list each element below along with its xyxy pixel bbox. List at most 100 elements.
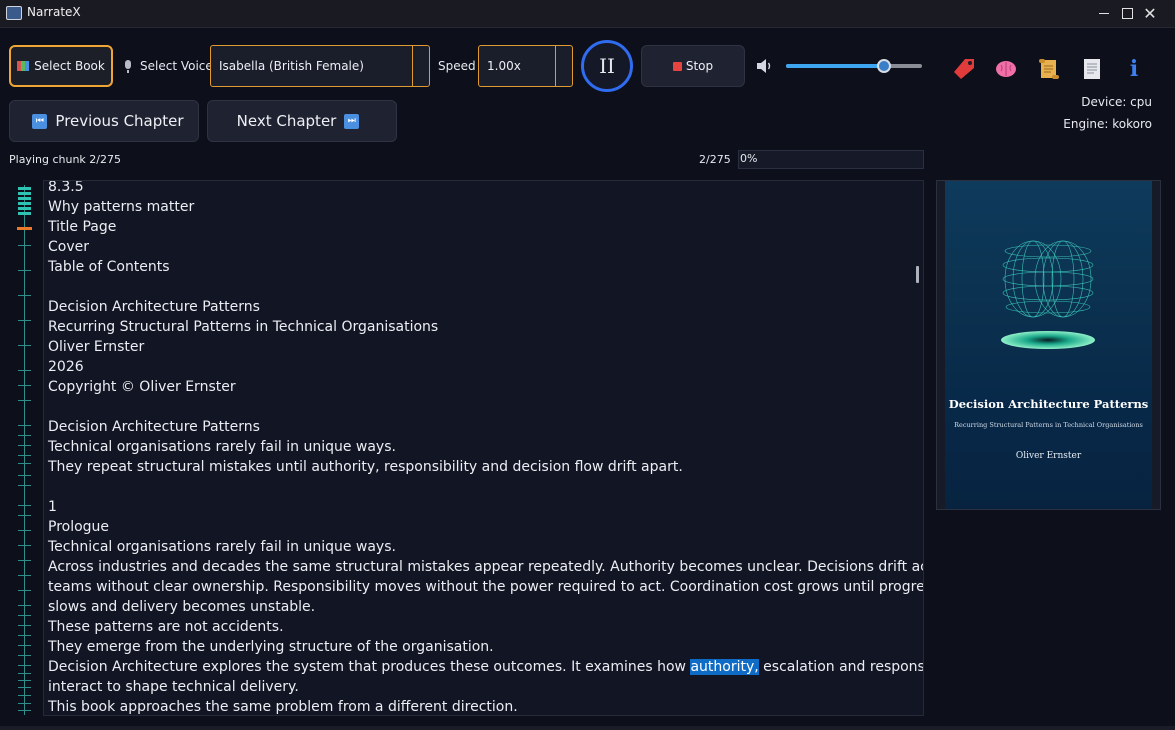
- window-title: NarrateX: [27, 5, 81, 19]
- timeline-tick[interactable]: [18, 545, 31, 546]
- timeline-tick[interactable]: [18, 575, 31, 576]
- text-line: [48, 277, 903, 297]
- text-segment: escalation and responsibility: [763, 659, 924, 675]
- speed-dropdown-arrow[interactable]: [555, 46, 572, 86]
- timeline-tick[interactable]: [18, 695, 31, 696]
- highlighted-word: authority,: [690, 659, 759, 675]
- text-line: [48, 477, 903, 497]
- text-line: 1: [48, 499, 57, 515]
- timeline-tick[interactable]: [18, 673, 31, 674]
- close-button[interactable]: ✕: [1127, 0, 1173, 27]
- text-line: Technical organisations rarely fail in u…: [48, 439, 396, 455]
- app-icon: [6, 6, 22, 20]
- bookmark-icon[interactable]: [952, 57, 976, 81]
- progress-bar: 0%: [738, 150, 924, 169]
- speed-label: Speed: [438, 59, 476, 73]
- timeline-tick[interactable]: [18, 400, 31, 401]
- speed-select[interactable]: 1.00x: [478, 45, 573, 87]
- timeline-tick[interactable]: [18, 625, 31, 626]
- text-line: These patterns are not accidents.: [48, 619, 284, 635]
- timeline-tick[interactable]: [18, 270, 31, 271]
- timeline-marker[interactable]: [18, 207, 31, 210]
- timeline-tick[interactable]: [18, 505, 31, 506]
- cover-author: Oliver Ernster: [1015, 451, 1082, 461]
- timeline-tick[interactable]: [18, 680, 31, 681]
- timeline-marker[interactable]: [18, 212, 31, 215]
- volume-thumb[interactable]: [876, 59, 891, 73]
- voice-dropdown-arrow[interactable]: [412, 46, 429, 86]
- voice-value: Isabella (British Female): [219, 59, 364, 73]
- reader-text: 8.3.5 Why patterns matter Title Page Cover T…: [48, 181, 924, 715]
- chunk-counter: 2/275: [699, 153, 731, 166]
- text-line: They repeat structural mistakes until au…: [48, 459, 683, 475]
- timeline-tick[interactable]: [18, 530, 31, 531]
- timeline-tick[interactable]: [18, 245, 31, 246]
- stop-button[interactable]: Stop: [641, 45, 745, 87]
- cover-art-icon: [1001, 240, 1095, 349]
- next-chapter-label: Next Chapter: [236, 112, 337, 130]
- text-line: Prologue: [48, 519, 110, 535]
- pause-button[interactable]: II: [581, 40, 633, 92]
- device-info: Device: cpu: [1081, 95, 1152, 109]
- voice-select[interactable]: Isabella (British Female): [210, 45, 430, 87]
- timeline-tick[interactable]: [18, 295, 31, 296]
- info-icon[interactable]: i: [1122, 57, 1146, 81]
- timeline-tick[interactable]: [18, 645, 31, 646]
- progress-text: 0%: [740, 152, 758, 165]
- cover-title: Decision Architecture Patterns: [948, 397, 1149, 411]
- timeline-tick[interactable]: [18, 385, 31, 386]
- previous-chapter-button[interactable]: ⏮ Previous Chapter: [9, 100, 199, 142]
- text-line: Technical organisations rarely fail in u…: [48, 539, 396, 555]
- timeline-tick[interactable]: [18, 320, 31, 321]
- reader-panel[interactable]: 8.3.5 Why patterns matter Title Page Cover T…: [43, 180, 924, 716]
- speaker-icon[interactable]: [756, 58, 774, 74]
- select-book-button[interactable]: Select Book: [9, 45, 113, 87]
- timeline-tick[interactable]: [18, 560, 31, 561]
- chapter-timeline[interactable]: [12, 185, 36, 715]
- timeline-tick[interactable]: [18, 370, 31, 371]
- volume-slider[interactable]: [786, 59, 922, 73]
- timeline-tick[interactable]: [18, 703, 31, 704]
- timeline-tick[interactable]: [18, 435, 31, 436]
- previous-chapter-label: Previous Chapter: [55, 112, 184, 130]
- speed-value: 1.00x: [487, 59, 521, 73]
- scroll-icon[interactable]: [1037, 57, 1061, 81]
- timeline-tick[interactable]: [18, 665, 31, 666]
- brain-icon[interactable]: [994, 57, 1018, 81]
- timeline-tick[interactable]: [18, 605, 31, 606]
- status-strip: [0, 726, 1175, 730]
- timeline-marker[interactable]: [18, 192, 31, 195]
- text-line: Copyright © Oliver Ernster: [48, 379, 236, 395]
- cover-frame: Decision Architecture Patterns Recurring…: [936, 180, 1161, 510]
- playing-status: Playing chunk 2/275: [9, 153, 121, 166]
- cover-subtitle: Recurring Structural Patterns in Technic…: [954, 421, 1143, 429]
- timeline-tick[interactable]: [18, 615, 31, 616]
- close-icon: ✕: [1143, 3, 1157, 23]
- previous-icon: ⏮: [32, 113, 48, 129]
- timeline-tick[interactable]: [18, 455, 31, 456]
- timeline-tick[interactable]: [18, 515, 31, 516]
- timeline-tick[interactable]: [18, 445, 31, 446]
- timeline-tick[interactable]: [18, 590, 31, 591]
- text-line: Decision Architecture Patterns: [48, 419, 260, 435]
- timeline-tick[interactable]: [18, 475, 31, 476]
- volume-fill: [786, 64, 884, 68]
- timeline-tick[interactable]: [18, 463, 31, 464]
- document-icon[interactable]: [1080, 57, 1104, 81]
- timeline-tick[interactable]: [18, 655, 31, 656]
- timeline-current-marker[interactable]: [17, 227, 32, 230]
- engine-info: Engine: kokoro: [1063, 117, 1152, 131]
- timeline-tick[interactable]: [18, 710, 31, 711]
- reader-scrollbar[interactable]: [916, 266, 919, 283]
- timeline-tick[interactable]: [18, 635, 31, 636]
- timeline-tick[interactable]: [18, 425, 31, 426]
- timeline-tick[interactable]: [18, 345, 31, 346]
- timeline-tick[interactable]: [18, 485, 31, 486]
- text-line: Across industries and decades the same s…: [48, 559, 924, 575]
- timeline-marker[interactable]: [18, 197, 31, 200]
- next-chapter-button[interactable]: Next Chapter ⏭: [207, 100, 397, 142]
- text-line: This book approaches the same problem fr…: [48, 699, 518, 715]
- timeline-tick[interactable]: [18, 687, 31, 688]
- timeline-marker[interactable]: [18, 187, 31, 190]
- timeline-marker[interactable]: [18, 202, 31, 205]
